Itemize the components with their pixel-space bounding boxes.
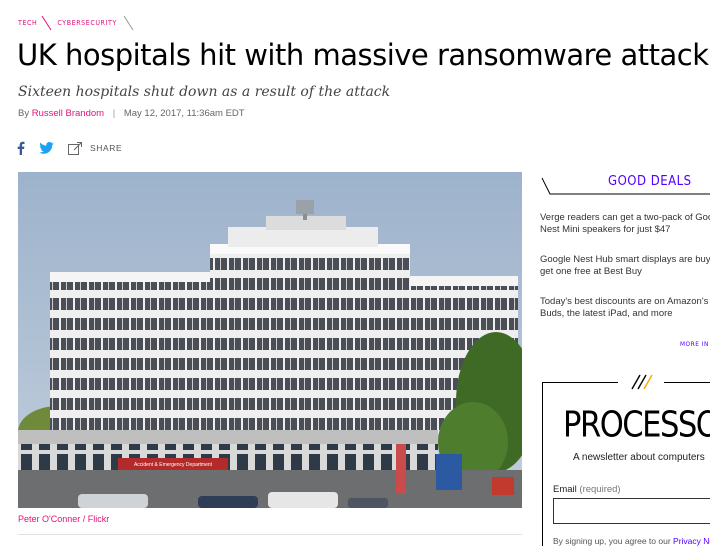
privacy-notice-link[interactable]: Privacy Notice <box>673 536 710 546</box>
article-dek: Sixteen hospitals shut down as a result … <box>18 84 391 100</box>
breadcrumb-tech-link[interactable]: TECH <box>18 19 37 27</box>
legal-text: By signing up, you agree to our <box>553 536 674 546</box>
hospital-building-illustration: Accident & Emergency Department <box>18 172 522 508</box>
newsletter-legal: By signing up, you agree to our Privacy … <box>553 536 710 546</box>
byline-separator: | <box>112 108 116 119</box>
lead-photo: Accident & Emergency Department <box>18 172 522 508</box>
good-deals-header: GOOD DEALS <box>540 172 710 202</box>
breadcrumb-cybersecurity-link[interactable]: CYBERSECURITY <box>57 19 117 27</box>
photo-credit[interactable]: Peter O'Conner / Flickr <box>18 514 109 524</box>
deal-item[interactable]: Google Nest Hub smart displays are buy o… <box>540 254 710 278</box>
deal-link[interactable]: Verge readers can get a two-pack of Goog… <box>540 212 710 235</box>
byline-prefix: By <box>18 108 30 119</box>
breadcrumb-separator-icon <box>41 14 53 32</box>
signage-text: Accident & Emergency Department <box>134 462 213 468</box>
email-label: Email (required) <box>553 484 621 495</box>
deal-item[interactable]: Verge readers can get a two-pack of Goog… <box>540 212 710 236</box>
email-input[interactable] <box>553 498 710 524</box>
byline: By Russell Brandom | May 12, 2017, 11:36… <box>18 108 245 119</box>
publish-date: May 12, 2017, 11:36am EDT <box>123 108 245 119</box>
share-label[interactable]: SHARE <box>90 143 122 153</box>
facebook-icon[interactable] <box>16 140 25 156</box>
newsletter-slash-icon <box>618 372 664 392</box>
share-arrow-icon[interactable] <box>68 140 83 156</box>
sidebar: GOOD DEALS Verge readers can get a two-p… <box>540 172 710 546</box>
article-headline: UK hospitals hit with massive ransomware… <box>17 38 709 72</box>
email-required-text: (required) <box>579 484 621 495</box>
share-bar: SHARE <box>16 140 122 156</box>
author-link[interactable]: Russell Brandom <box>32 108 104 119</box>
more-good-deals-link[interactable]: MORE IN GOOD DEALS <box>680 340 710 348</box>
breadcrumb: TECH CYBERSECURITY <box>18 14 135 32</box>
deal-link[interactable]: Google Nest Hub smart displays are buy o… <box>540 254 710 277</box>
good-deals-title: GOOD DEALS <box>608 174 692 189</box>
deal-item[interactable]: Today's best discounts are on Amazon's E… <box>540 296 710 320</box>
divider <box>18 534 522 535</box>
twitter-icon[interactable] <box>39 140 54 156</box>
email-label-text: Email <box>553 484 577 495</box>
processor-newsletter-logo: PROCESSOR <box>563 404 710 446</box>
newsletter-subtitle: A newsletter about computers <box>573 452 705 463</box>
deal-link[interactable]: Today's best discounts are on Amazon's E… <box>540 296 710 319</box>
breadcrumb-end-slash-icon <box>123 14 135 32</box>
